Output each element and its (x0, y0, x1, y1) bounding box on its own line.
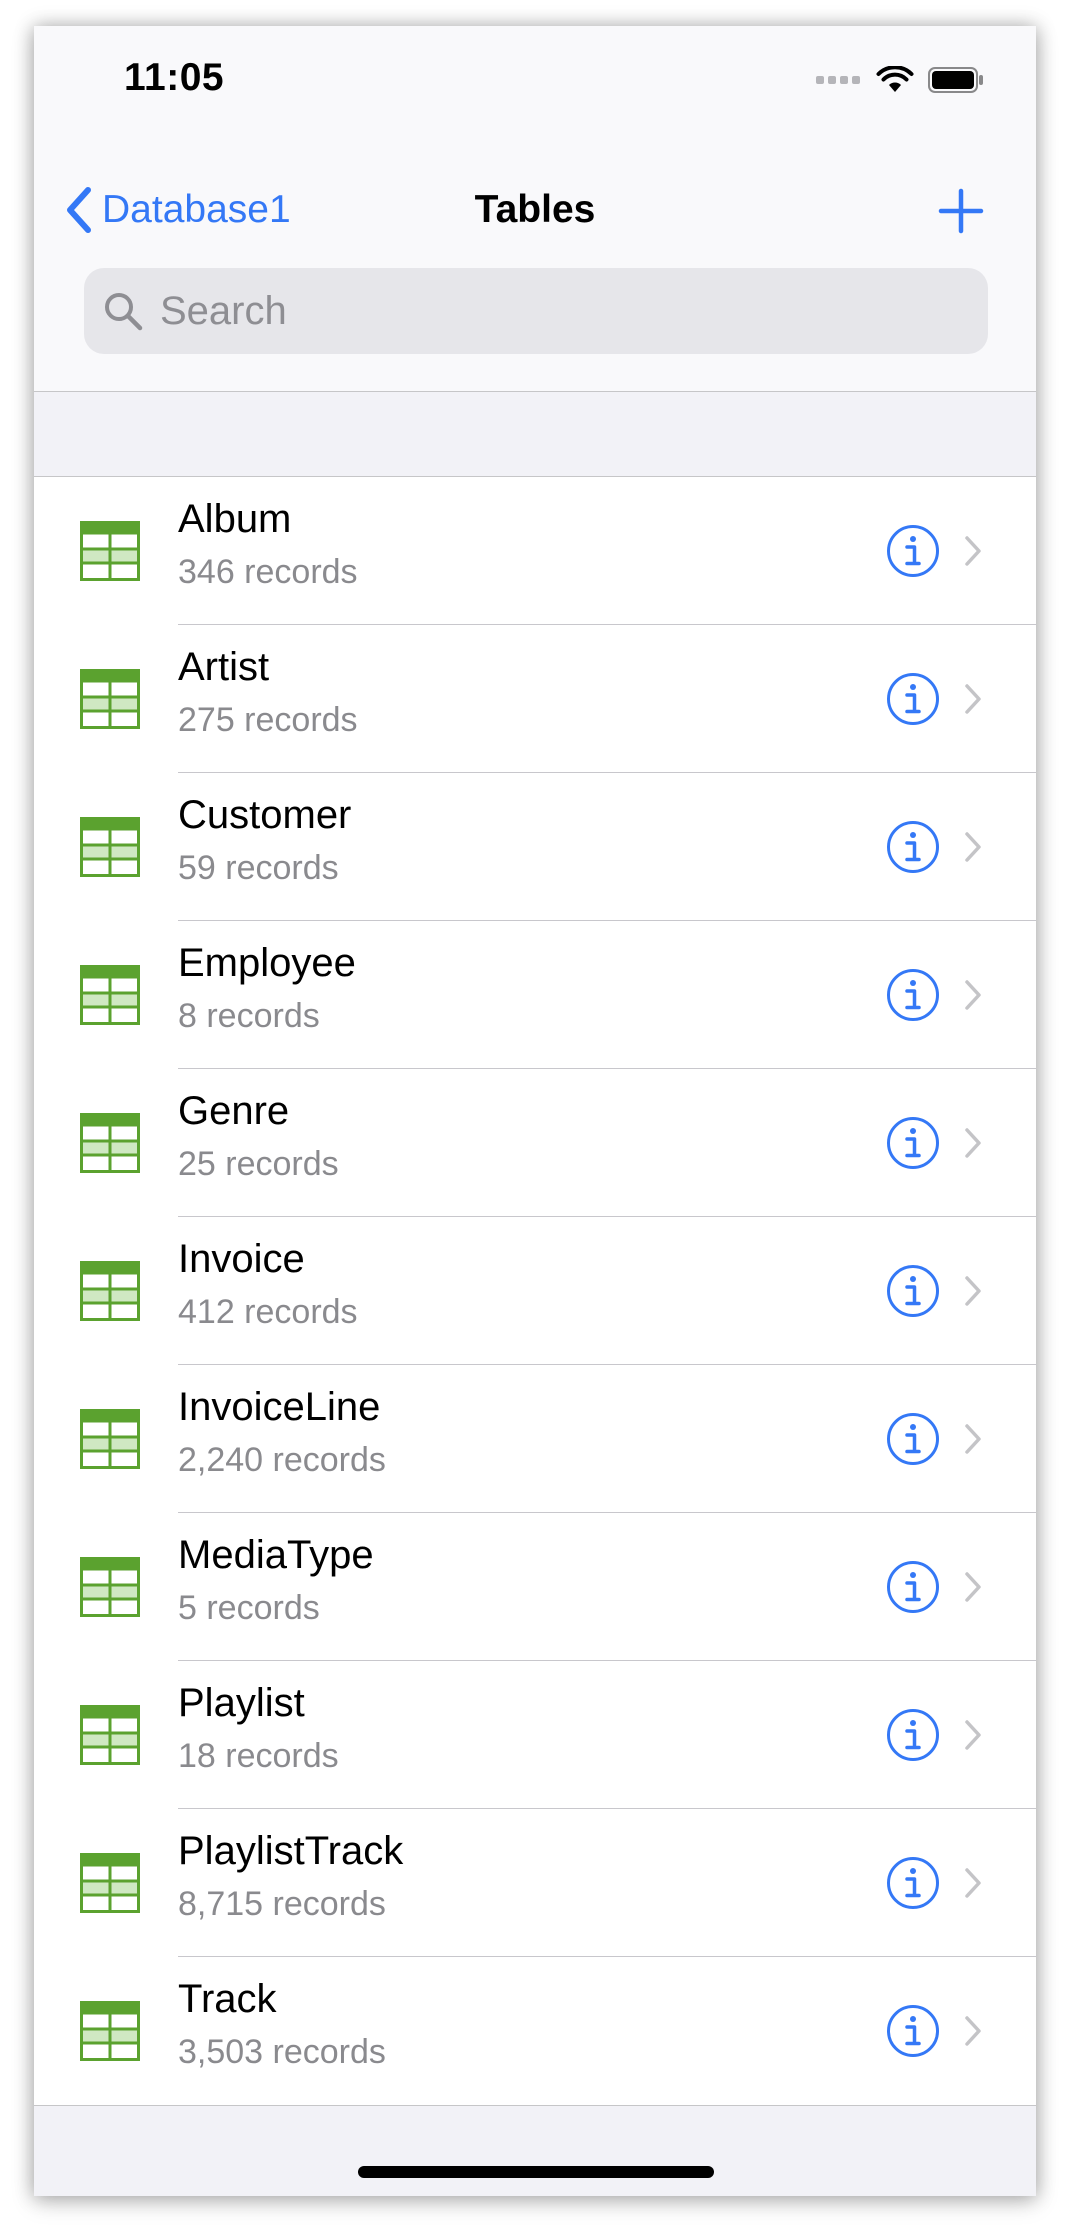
info-icon[interactable] (886, 1116, 940, 1170)
table-icon (80, 669, 140, 729)
table-name: MediaType (178, 1533, 374, 1577)
plus-icon[interactable] (938, 188, 984, 234)
record-count: 2,240 records (178, 1441, 386, 1479)
table-row[interactable]: PlaylistTrack 8,715 records (34, 1809, 1036, 1957)
navigation-bar: Database1 Tables (34, 146, 1036, 392)
table-name: Invoice (178, 1237, 305, 1281)
table-name: Employee (178, 941, 356, 985)
section-spacer (34, 392, 1036, 476)
chevron-right-icon (965, 2016, 981, 2046)
status-time: 11:05 (124, 56, 225, 99)
table-icon (80, 1557, 140, 1617)
info-icon[interactable] (886, 1708, 940, 1762)
chevron-right-icon (965, 1868, 981, 1898)
table-row[interactable]: Track 3,503 records (34, 1957, 1036, 2105)
table-row[interactable]: Album 346 records (34, 477, 1036, 625)
table-row[interactable]: Genre 25 records (34, 1069, 1036, 1217)
home-indicator[interactable] (358, 2166, 714, 2178)
record-count: 59 records (178, 849, 339, 887)
table-row[interactable]: InvoiceLine 2,240 records (34, 1365, 1036, 1513)
table-row[interactable]: Employee 8 records (34, 921, 1036, 1069)
record-count: 5 records (178, 1589, 320, 1627)
table-icon (80, 2001, 140, 2061)
record-count: 275 records (178, 701, 358, 739)
search-input[interactable] (158, 287, 942, 335)
chevron-right-icon (965, 1720, 981, 1750)
info-icon[interactable] (886, 524, 940, 578)
table-name: Playlist (178, 1681, 305, 1725)
table-name: InvoiceLine (178, 1385, 381, 1429)
table-icon (80, 1261, 140, 1321)
info-icon[interactable] (886, 1856, 940, 1910)
tables-list: Album 346 records Artist 275 records Cus… (34, 476, 1036, 2106)
chevron-right-icon (965, 1276, 981, 1306)
battery-icon (928, 67, 983, 93)
chevron-right-icon (965, 980, 981, 1010)
info-icon[interactable] (886, 968, 940, 1022)
record-count: 8 records (178, 997, 320, 1035)
table-icon (80, 521, 140, 581)
record-count: 3,503 records (178, 2033, 386, 2071)
table-name: Genre (178, 1089, 290, 1133)
info-icon[interactable] (886, 1412, 940, 1466)
status-bar: 11:05 (34, 26, 1036, 146)
record-count: 412 records (178, 1293, 358, 1331)
table-icon (80, 1705, 140, 1765)
info-icon[interactable] (886, 820, 940, 874)
phone-screen: 11:05 Database1 Tables Search Album 346 … (34, 26, 1036, 2196)
table-icon (80, 817, 140, 877)
table-name: Track (178, 1977, 277, 2021)
search-icon (105, 293, 143, 331)
record-count: 8,715 records (178, 1885, 386, 1923)
chevron-right-icon (965, 1128, 981, 1158)
chevron-right-icon (965, 832, 981, 862)
page-title: Tables (474, 188, 596, 231)
info-icon[interactable] (886, 1560, 940, 1614)
table-icon (80, 1409, 140, 1469)
table-row[interactable]: MediaType 5 records (34, 1513, 1036, 1661)
cellular-signal-icon (816, 76, 860, 84)
chevron-right-icon (965, 1572, 981, 1602)
chevron-right-icon (965, 684, 981, 714)
table-row[interactable]: Playlist 18 records (34, 1661, 1036, 1809)
table-icon (80, 1113, 140, 1173)
wifi-icon (876, 66, 914, 92)
table-icon (80, 1853, 140, 1913)
info-icon[interactable] (886, 1264, 940, 1318)
chevron-right-icon (965, 536, 981, 566)
table-name: PlaylistTrack (178, 1829, 404, 1873)
search-bar (84, 268, 988, 354)
table-row[interactable]: Artist 275 records (34, 625, 1036, 773)
table-name: Artist (178, 645, 270, 689)
table-row[interactable]: Customer 59 records (34, 773, 1036, 921)
record-count: 25 records (178, 1145, 339, 1183)
status-icons (816, 66, 984, 94)
table-name: Album (178, 497, 292, 541)
table-name: Customer (178, 793, 352, 837)
table-icon (80, 965, 140, 1025)
record-count: 18 records (178, 1737, 339, 1775)
info-icon[interactable] (886, 672, 940, 726)
info-icon[interactable] (886, 2004, 940, 2058)
record-count: 346 records (178, 553, 358, 591)
chevron-right-icon (965, 1424, 981, 1454)
table-row[interactable]: Invoice 412 records (34, 1217, 1036, 1365)
